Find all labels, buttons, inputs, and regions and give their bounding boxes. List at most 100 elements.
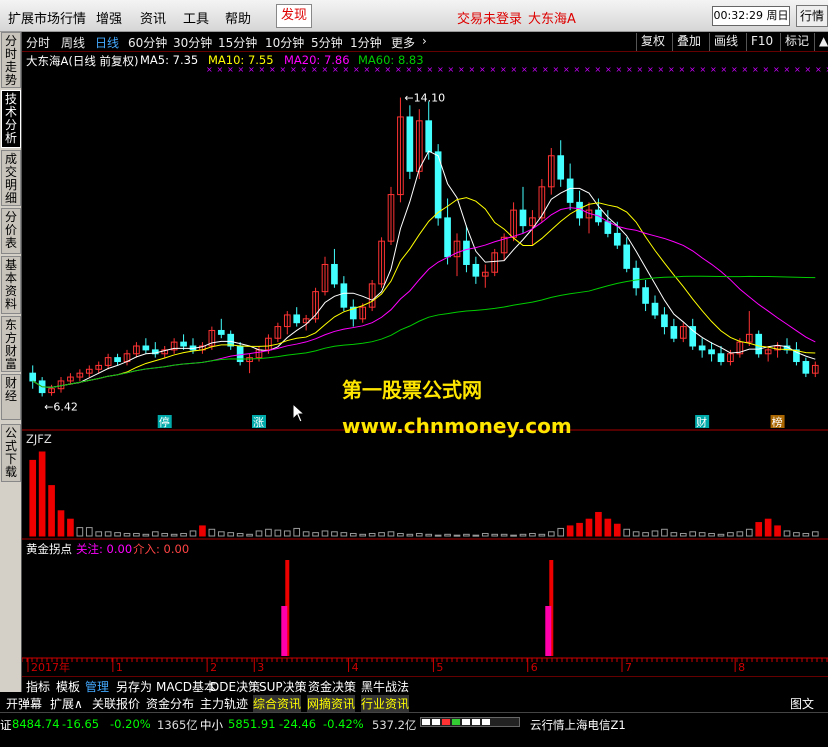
zjfz-bar	[689, 531, 697, 537]
candle	[613, 232, 621, 246]
zjfz-bar	[180, 532, 187, 537]
signal-strength-bars	[420, 717, 520, 727]
zjfz-bar	[38, 451, 46, 537]
more-arrow-icon[interactable]: ›	[422, 34, 427, 48]
related-quote-button[interactable]: 关联报价	[92, 695, 140, 712]
candle	[217, 329, 225, 335]
menu-enhance[interactable]: 增强	[96, 8, 122, 27]
candle	[651, 302, 659, 316]
server-name[interactable]: 云行情上海电信Z1	[530, 717, 626, 733]
zjfz-bar	[415, 532, 423, 537]
period-more[interactable]: 更多	[391, 34, 415, 51]
zjfz-bar	[57, 510, 65, 537]
period-weekly[interactable]: 周线	[61, 34, 85, 51]
candle	[406, 116, 414, 172]
side-tab-technical[interactable]: 技术分析	[1, 90, 21, 148]
tab-fund-decision[interactable]: 资金决策	[308, 678, 356, 695]
side-tabs: 分时走势 技术分析 成交明细 分价表 基本资料 东方财富 财经 公式下载	[0, 32, 22, 692]
tab-sup[interactable]: SUP决策	[259, 678, 307, 695]
zjfz-bar	[255, 530, 263, 537]
index2-change: -24.46	[279, 717, 317, 731]
period-15min[interactable]: 15分钟	[218, 34, 257, 51]
tab-save-as[interactable]: 另存为	[116, 678, 152, 695]
login-status[interactable]: 交易未登录	[457, 8, 522, 27]
time-axis-label: 6	[531, 661, 538, 674]
barrage-button[interactable]: 开弹幕	[6, 695, 42, 712]
zjfz-bar	[708, 532, 715, 537]
zjfz-bar	[104, 531, 112, 537]
menu-bar: 扩展市场行情 增强 资讯 工具 帮助 发现 交易未登录 大东海A 00:32:2…	[0, 0, 828, 32]
side-tab-profile[interactable]: 基本资料	[1, 256, 21, 314]
tab-macd[interactable]: MACD基本	[156, 678, 216, 695]
zjfz-bar	[406, 533, 414, 537]
tab-black-bull[interactable]: 黑牛战法	[361, 678, 409, 695]
side-tab-price-table[interactable]: 分价表	[1, 208, 21, 254]
menu-news[interactable]: 资讯	[140, 8, 166, 27]
candle	[708, 349, 715, 355]
main-trajectory-button[interactable]: 主力轨迹	[200, 695, 248, 712]
side-tab-eastmoney[interactable]: 东方财富	[1, 316, 21, 372]
industry-news-button[interactable]: 行业资讯	[361, 695, 410, 712]
tab-dde[interactable]: DDE决策	[210, 678, 260, 695]
kline-chart[interactable]: × × × × × × × × × × × × × × × × × × × × × × × × × × × × × × × × × × × × × × × ×…	[22, 66, 828, 676]
tab-indicator[interactable]: 指标	[26, 678, 50, 695]
high-price-label: ←14.10	[404, 92, 445, 105]
menu-tools[interactable]: 工具	[183, 8, 209, 27]
time-axis-label: 1	[116, 661, 123, 674]
side-tab-timeshare[interactable]: 分时走势	[1, 32, 21, 88]
zjfz-bar	[679, 532, 687, 537]
ma10-line	[32, 197, 816, 388]
menu-help[interactable]: 帮助	[225, 8, 251, 27]
tab-manage[interactable]: 管理	[85, 678, 109, 695]
candle	[29, 372, 37, 382]
adjust-button[interactable]: 复权	[636, 33, 669, 51]
web-news-button[interactable]: 网摘资讯	[307, 695, 356, 712]
period-daily[interactable]: 日线	[95, 34, 119, 51]
period-30min[interactable]: 30分钟	[173, 34, 212, 51]
period-5min[interactable]: 5分钟	[311, 34, 343, 51]
period-10min[interactable]: 10分钟	[265, 34, 304, 51]
zjfz-bar	[302, 531, 310, 537]
zjfz-bar	[481, 532, 489, 537]
menu-extended-market[interactable]: 扩展市场行情	[8, 8, 86, 27]
x-marker: ×	[248, 66, 255, 74]
tab-template[interactable]: 模板	[56, 678, 80, 695]
candle	[472, 263, 480, 277]
time-axis-label: 8	[738, 661, 745, 674]
zjfz-bar	[793, 532, 800, 537]
zjfz-bar	[811, 531, 819, 537]
draw-line-button[interactable]: 画线	[709, 33, 742, 51]
x-marker: ×	[763, 66, 770, 74]
side-tab-finance[interactable]: 财经	[1, 374, 21, 420]
period-timeshare[interactable]: 分时	[26, 34, 50, 51]
general-news-button[interactable]: 综合资讯	[253, 695, 302, 712]
zjfz-bar	[613, 523, 621, 537]
period-60min[interactable]: 60分钟	[128, 34, 167, 51]
zjfz-bar	[48, 485, 55, 537]
candle	[180, 341, 187, 347]
time-axis-label: 5	[436, 661, 443, 674]
f10-button[interactable]: F10	[746, 33, 777, 51]
zjfz-bar	[585, 518, 593, 537]
clock: 00:32:29 周日	[712, 6, 790, 26]
zjfz-bar	[500, 533, 508, 537]
x-marker: ×	[448, 66, 455, 74]
discover-button[interactable]: 发现	[276, 4, 312, 28]
mark-button[interactable]: 标记	[780, 33, 813, 51]
zjfz-bar	[293, 527, 301, 537]
quote-button[interactable]: 行情	[796, 5, 828, 27]
extend-button[interactable]: 扩展∧	[50, 695, 83, 712]
side-tab-trade-details[interactable]: 成交明细	[1, 150, 21, 206]
zjfz-bar	[397, 532, 404, 537]
x-marker: ×	[626, 66, 633, 74]
time-axis-label: 7	[625, 661, 632, 674]
zjfz-bar	[491, 533, 499, 537]
period-toolbar: 分时 周线 日线 60分钟 30分钟 15分钟 10分钟 5分钟 1分钟 更多 …	[22, 32, 828, 52]
zjfz-bar	[453, 534, 461, 537]
overlay-button[interactable]: 叠加	[672, 33, 705, 51]
fund-distribution-button[interactable]: 资金分布	[146, 695, 194, 712]
period-1min[interactable]: 1分钟	[350, 34, 382, 51]
scroll-up-icon[interactable]: ▲	[814, 33, 828, 51]
watermark-title: 第一股票公式网	[342, 378, 482, 402]
side-tab-formula-download[interactable]: 公式下载	[1, 424, 21, 482]
